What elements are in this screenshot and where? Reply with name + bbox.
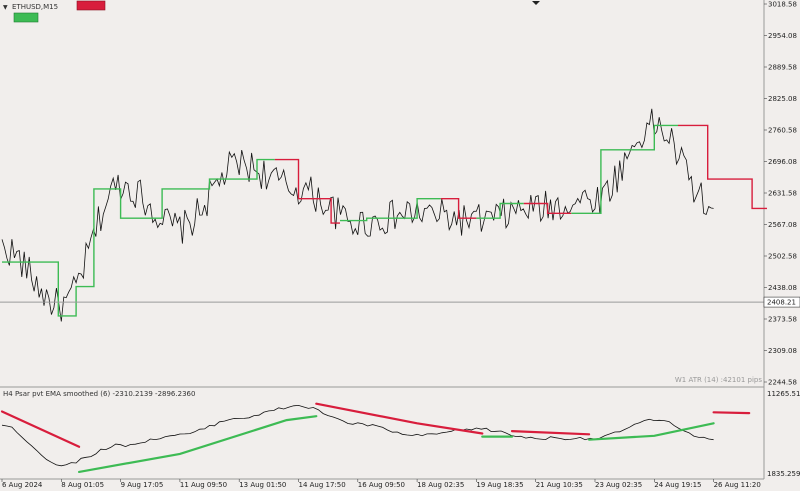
time-tick-label: 19 Aug 18:35 xyxy=(476,481,523,489)
price-tick-label: 2373.58 xyxy=(768,316,797,324)
sub-axis-bottom: 1835.2598 xyxy=(767,470,800,478)
red-badge xyxy=(76,0,106,11)
time-tick-label: 21 Aug 10:35 xyxy=(536,481,583,489)
price-tick-label: 2631.58 xyxy=(768,190,797,198)
time-tick-label: 11 Aug 09:50 xyxy=(180,481,227,489)
price-tick-label: 2825.08 xyxy=(768,95,797,103)
time-tick-label: 14 Aug 17:50 xyxy=(299,481,346,489)
price-tick-label: 2438.08 xyxy=(768,284,797,292)
green-badge xyxy=(13,12,39,23)
time-axis: 6 Aug 2024 8 Aug 01:05 9 Aug 17:05 11 Aug 0… xyxy=(1,479,761,489)
price-axis: 3018.58 2954.08 2889.58 2825.08 2760.58 2696.… xyxy=(764,1,797,387)
sub-panel-title: H4 Psar pvt EMA smoothed (6) -2310.2139 … xyxy=(3,390,195,398)
chart-svg: 2408.21 ▼ ETHUSD,M15 W1 ATR (14) :42101 … xyxy=(0,0,800,489)
time-tick-label: 8 Aug 01:05 xyxy=(61,481,104,489)
time-tick-label: 9 Aug 17:05 xyxy=(121,481,164,489)
price-tick-label: 2244.58 xyxy=(768,379,797,387)
bear-smoothed-line xyxy=(712,411,751,415)
symbol-label: ETHUSD,M15 xyxy=(12,3,58,11)
price-tick-label: 2309.08 xyxy=(768,347,797,355)
time-tick-label: 16 Aug 09:50 xyxy=(358,481,405,489)
chart-window: 2408.21 ▼ ETHUSD,M15 W1 ATR (14) :42101 … xyxy=(0,0,800,491)
sub-axis-top: 11265.517 xyxy=(767,390,800,398)
time-tick-label: 24 Aug 19:15 xyxy=(654,481,701,489)
main-plot-area[interactable] xyxy=(0,0,764,387)
time-tick-label: 18 Aug 02:35 xyxy=(417,481,464,489)
time-tick-label: 23 Aug 02:35 xyxy=(595,481,642,489)
price-tick-label: 2954.08 xyxy=(768,32,797,40)
price-tick-label: 2502.58 xyxy=(768,253,797,261)
price-tick-label: 2696.08 xyxy=(768,158,797,166)
atr-label: W1 ATR (14) :42101 pips xyxy=(675,376,762,384)
price-tick-label: 2760.58 xyxy=(768,127,797,135)
time-tick-label: 13 Aug 01:50 xyxy=(239,481,286,489)
price-tick-label: 3018.58 xyxy=(768,1,797,9)
price-tick-label: 2567.08 xyxy=(768,221,797,229)
price-tick-label: 2889.58 xyxy=(768,64,797,72)
time-tick-label: 6 Aug 2024 xyxy=(2,481,43,489)
dropdown-arrow-icon[interactable]: ▼ xyxy=(3,4,8,11)
current-price-label: 2408.21 xyxy=(767,299,796,307)
time-tick-label: 26 Aug 11:20 xyxy=(714,481,761,489)
